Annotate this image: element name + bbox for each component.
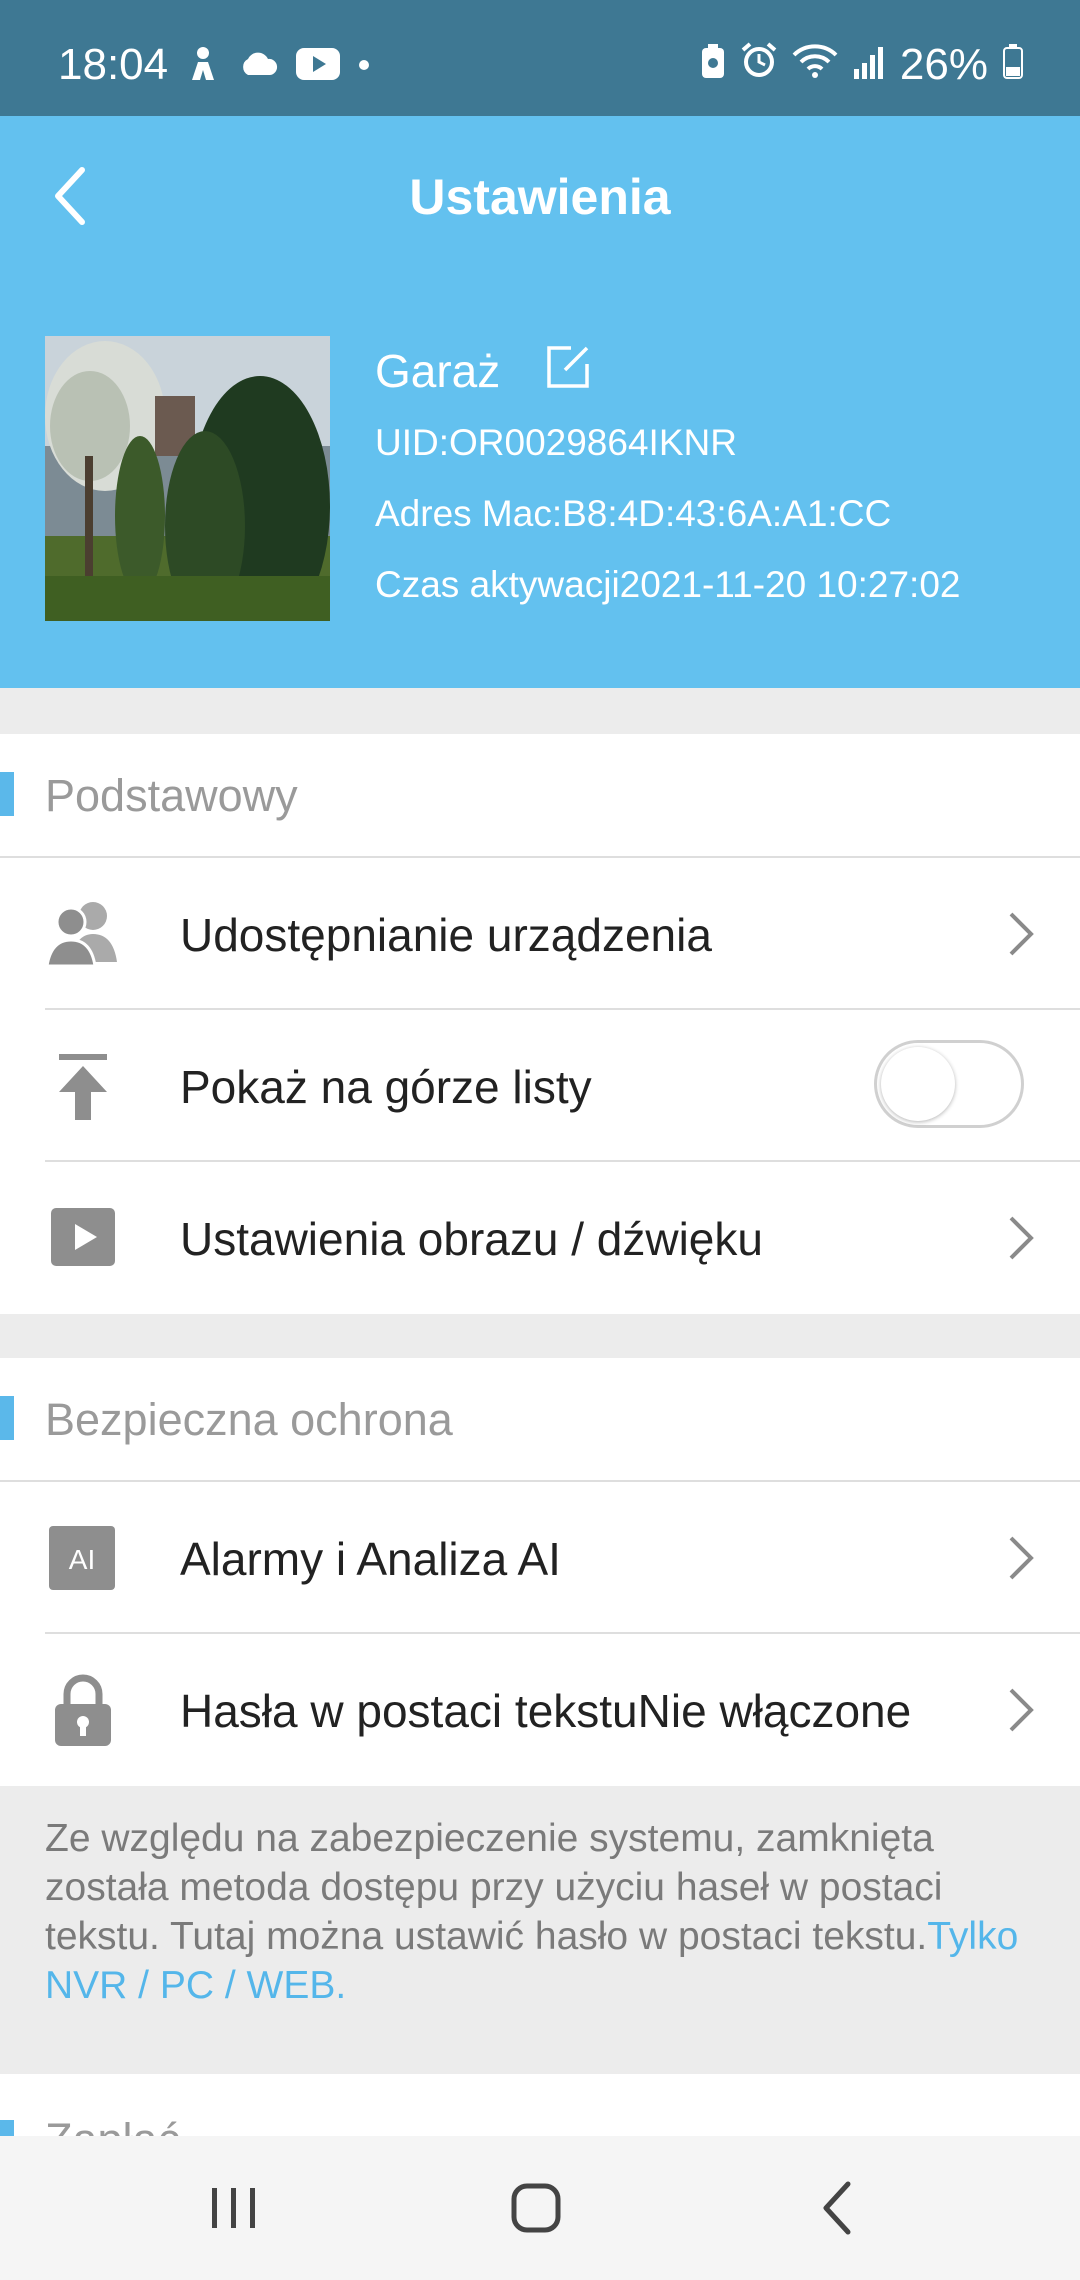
chevron-right-icon bbox=[1006, 910, 1036, 958]
device-header: Ustawienia Garaż UID:OR0029864IKNR Adres… bbox=[0, 116, 1080, 688]
home-button[interactable] bbox=[496, 2176, 576, 2240]
garden-camera-snapshot bbox=[45, 336, 330, 621]
section-title-basic: Podstawowy bbox=[45, 770, 298, 821]
section-header-basic: Podstawowy bbox=[0, 734, 1080, 858]
battery-saver-icon bbox=[700, 40, 726, 90]
chevron-right-icon bbox=[1006, 1534, 1036, 1582]
lock-icon bbox=[45, 1672, 121, 1748]
row-label: Ustawienia obrazu / dźwięku bbox=[180, 1213, 763, 1265]
battery-icon bbox=[1002, 40, 1024, 90]
ai-icon-text: AI bbox=[69, 1544, 95, 1575]
system-nav-bar bbox=[0, 2136, 1080, 2280]
status-bar: 18:04 26% bbox=[0, 0, 1080, 116]
row-alarms-ai[interactable]: AI Alarmy i Analiza AI bbox=[0, 1482, 1080, 1634]
row-label: Hasła w postaci tekstuNie włączone bbox=[180, 1685, 912, 1737]
row-text-passwords[interactable]: Hasła w postaci tekstuNie włączone bbox=[0, 1634, 1080, 1786]
edit-name-button[interactable] bbox=[543, 342, 593, 392]
row-image-sound-settings[interactable]: Ustawienia obrazu / dźwięku bbox=[0, 1162, 1080, 1314]
cast-person-icon bbox=[186, 46, 220, 87]
chevron-right-icon bbox=[1006, 1214, 1036, 1262]
device-activation-time: Czas aktywacji2021-11-20 10:27:02 bbox=[375, 564, 961, 605]
row-show-on-top: Pokaż na górze listy bbox=[0, 1010, 1080, 1162]
status-right-icons: 26% bbox=[700, 40, 1024, 90]
device-thumbnail[interactable] bbox=[45, 336, 330, 621]
section-title-security: Bezpieczna ochrona bbox=[45, 1394, 453, 1445]
row-label: Pokaż na górze listy bbox=[180, 1061, 592, 1113]
wifi-icon bbox=[792, 40, 838, 90]
ai-icon: AI bbox=[45, 1520, 121, 1596]
show-on-top-toggle[interactable] bbox=[874, 1040, 1024, 1128]
back-icon bbox=[823, 2181, 851, 2235]
row-device-sharing[interactable]: Udostępnianie urządzenia bbox=[0, 858, 1080, 1010]
chevron-right-icon bbox=[1006, 1686, 1036, 1734]
dot-icon bbox=[358, 58, 370, 76]
status-left-icons bbox=[186, 46, 370, 87]
row-label: Udostępnianie urządzenia bbox=[180, 909, 712, 961]
play-icon bbox=[45, 1200, 121, 1276]
row-label: Alarmy i Analiza AI bbox=[180, 1533, 561, 1585]
toggle-knob bbox=[881, 1047, 955, 1121]
security-note-text: Ze względu na zabezpieczenie systemu, za… bbox=[45, 1817, 943, 1958]
page-title: Ustawienia bbox=[409, 169, 671, 225]
alarm-icon bbox=[740, 40, 778, 90]
edit-icon bbox=[547, 346, 589, 388]
cloud-icon bbox=[238, 51, 278, 82]
youtube-icon bbox=[296, 48, 340, 85]
recent-apps-button[interactable] bbox=[194, 2176, 274, 2240]
signal-icon bbox=[852, 40, 886, 90]
users-icon bbox=[45, 896, 121, 972]
section-accent bbox=[0, 1396, 14, 1440]
pin-top-icon bbox=[45, 1048, 121, 1124]
security-note: Ze względu na zabezpieczenie systemu, za… bbox=[45, 1814, 1045, 2010]
section-accent bbox=[0, 772, 14, 816]
home-icon bbox=[511, 2183, 561, 2233]
section-header-security: Bezpieczna ochrona bbox=[0, 1358, 1080, 1482]
device-mac: Adres Mac:B8:4D:43:6A:A1:CC bbox=[375, 493, 892, 534]
device-uid: UID:OR0029864IKNR bbox=[375, 422, 737, 463]
device-name: Garaż bbox=[375, 345, 501, 397]
recent-apps-icon bbox=[212, 2188, 255, 2228]
nav-back-button[interactable] bbox=[798, 2176, 878, 2240]
battery-percent: 26% bbox=[899, 40, 988, 89]
status-time: 18:04 bbox=[58, 40, 169, 89]
